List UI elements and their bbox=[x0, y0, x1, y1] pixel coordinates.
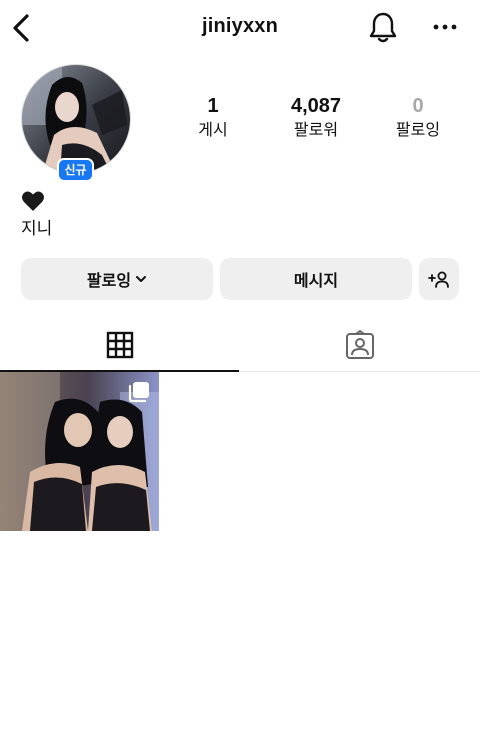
stat-followers[interactable]: 4,087 팔로워 bbox=[266, 95, 366, 140]
followers-label: 팔로워 bbox=[293, 120, 339, 139]
tab-tagged[interactable] bbox=[240, 318, 480, 372]
more-horizontal-icon bbox=[433, 24, 457, 30]
more-options-button[interactable] bbox=[430, 14, 460, 40]
following-button-label: 팔로잉 bbox=[86, 271, 132, 290]
black-heart-icon bbox=[22, 191, 44, 211]
notifications-button[interactable] bbox=[367, 11, 399, 45]
multiple-posts-icon bbox=[128, 382, 149, 403]
tab-posts-grid[interactable] bbox=[0, 318, 240, 372]
add-person-button[interactable] bbox=[419, 258, 459, 300]
new-badge: 신규 bbox=[57, 158, 94, 182]
followers-count: 4,087 bbox=[290, 95, 342, 117]
following-label: 팔로잉 bbox=[395, 120, 441, 139]
profile-page: jiniyxxn 신규 1 게시 4,087 팔로워 0 팔로잉 지니 팔로잉 … bbox=[0, 0, 480, 738]
posts-count: 1 bbox=[207, 95, 219, 117]
bell-icon bbox=[369, 12, 397, 43]
stat-posts[interactable]: 1 게시 bbox=[163, 95, 263, 140]
bio-name: 지니 bbox=[21, 219, 53, 239]
post-thumbnail[interactable] bbox=[0, 372, 159, 531]
tagged-person-icon bbox=[346, 330, 374, 359]
following-count: 0 bbox=[412, 95, 424, 117]
chevron-down-icon bbox=[136, 276, 147, 282]
profile-username: jiniyxxn bbox=[201, 15, 279, 37]
posts-label: 게시 bbox=[198, 120, 228, 139]
following-button[interactable]: 팔로잉 bbox=[21, 258, 213, 300]
grid-icon bbox=[106, 331, 134, 359]
top-bar: jiniyxxn bbox=[0, 0, 480, 56]
message-button[interactable]: 메시지 bbox=[220, 258, 412, 300]
message-button-label: 메시지 bbox=[293, 271, 339, 290]
stat-following[interactable]: 0 팔로잉 bbox=[368, 95, 468, 140]
add-person-icon bbox=[428, 271, 449, 288]
